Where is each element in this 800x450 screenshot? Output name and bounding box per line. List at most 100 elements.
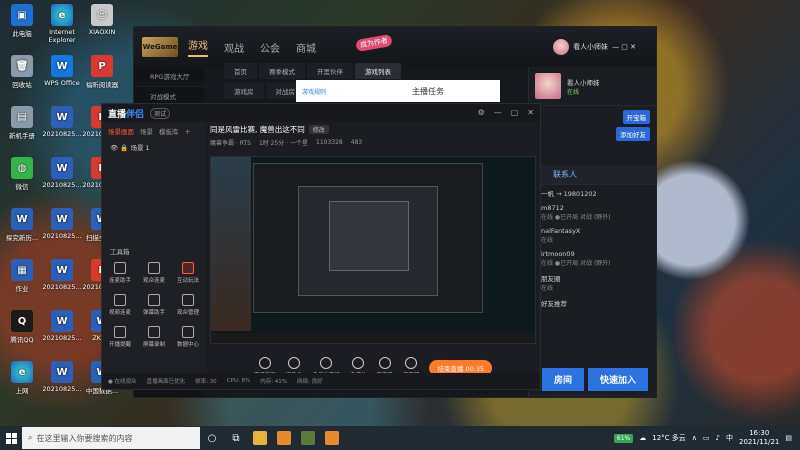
desktop-icon[interactable]: e Internet Explorer	[42, 4, 82, 44]
desktop-icon[interactable]: 🗑 回收站	[2, 55, 42, 89]
promo-badge[interactable]: 成为作者	[355, 33, 393, 53]
contact-item[interactable]: m8712 在线 ●已开局 对战 (野外)	[529, 201, 656, 224]
desktop-icon-label: 20210825...	[42, 334, 82, 342]
clock[interactable]: 16:30 2021/11/21	[739, 429, 779, 447]
task-view-icon[interactable]: ⧉	[224, 426, 248, 450]
desktop-icon[interactable]: P 福昕阅读器	[82, 55, 122, 89]
subtab-game-list[interactable]: 游戏列表	[355, 63, 401, 79]
contact-status: 在线 ●已开局 对战 (野外)	[541, 260, 611, 267]
task-rules-link[interactable]: 游戏规则	[296, 87, 356, 96]
chevron-up-icon[interactable]: ∧	[692, 434, 697, 442]
stream-title: 同是风雷比赛, 魔兽出这不同	[210, 124, 305, 134]
desktop-app-icon: W	[51, 106, 73, 128]
tool-item[interactable]: 数据中心	[172, 326, 204, 348]
desktop-icon[interactable]: ▣ 此电脑	[2, 4, 42, 38]
file-explorer-icon[interactable]	[248, 426, 272, 450]
game-app-icon[interactable]	[296, 426, 320, 450]
tool-item[interactable]: 观众连麦	[138, 262, 170, 284]
close-icon[interactable]: ✕	[527, 108, 534, 117]
desktop-icon[interactable]: ◍ 微信	[2, 157, 42, 191]
desktop-icon[interactable]: W 20210825...	[42, 310, 82, 342]
battery-badge[interactable]: 61%	[613, 433, 634, 443]
tool-item[interactable]: 屏幕录制	[138, 326, 170, 348]
streamer-logo: 直播伴侣	[108, 109, 145, 120]
contact-item[interactable]: irtmoon09 在线 ●已开局 对战 (野外)	[529, 247, 656, 270]
contacts-header[interactable]: 联系人	[529, 165, 656, 185]
subtab-home[interactable]: 首页	[224, 63, 257, 79]
profile-card: 看人小师妹 在线	[529, 67, 656, 106]
tool-label: 弹幕助手	[142, 310, 165, 316]
stream-preview[interactable]	[210, 156, 536, 344]
launcher-logo[interactable]: WeGame	[142, 37, 178, 57]
clock-time: 16:30	[749, 429, 770, 437]
desktop-icon[interactable]: ☺ XIAOXIN	[82, 4, 122, 36]
tab-scene[interactable]: 场景	[140, 126, 153, 136]
tool-item[interactable]: 连麦助手	[104, 262, 136, 284]
contact-item[interactable]: 朋友圈 在线	[529, 270, 656, 295]
launcher-user[interactable]: 看人小师妹 — ▢ ✕	[553, 39, 636, 55]
launcher-subtabs: 首页 赛季模式 开黑伙伴 游戏列表	[224, 63, 401, 79]
desktop-icon[interactable]: ▤ 新机手册	[2, 106, 42, 140]
contact-item[interactable]: 好友推荐	[529, 295, 656, 311]
quick-join-button[interactable]: 快速加入	[587, 368, 648, 391]
volume-icon[interactable]: ♪	[716, 434, 720, 442]
scene-item[interactable]: 👁 🔒 场景 1	[102, 140, 206, 154]
profile-avatar[interactable]	[535, 73, 561, 99]
minimize-icon[interactable]: —	[494, 108, 502, 117]
desktop-icon[interactable]: e 上网	[2, 361, 42, 395]
subtab-season[interactable]: 赛季模式	[259, 63, 305, 79]
app-orange-icon[interactable]	[272, 426, 296, 450]
desktop-icon[interactable]: W 20210825...	[42, 208, 82, 240]
clock-date: 2021/11/21	[739, 438, 780, 446]
edit-title-button[interactable]: 修改	[308, 124, 329, 134]
tool-item[interactable]: 互动玩法	[172, 262, 204, 284]
open-chest-button[interactable]: 开宝箱	[622, 110, 650, 124]
add-scene-icon[interactable]: ＋	[185, 126, 192, 136]
desktop-icon[interactable]: W 探究新历...	[2, 208, 42, 242]
settings-icon[interactable]: ⚙	[478, 108, 485, 117]
stream-header: 同是风雷比赛, 魔兽出这不同 修改	[206, 122, 540, 136]
desktop-icon[interactable]: W 20210825...	[42, 106, 82, 138]
add-friend-button[interactable]: 添加好友	[616, 127, 650, 141]
contact-name: irtmoon09	[541, 250, 575, 258]
tool-item[interactable]: 弹幕助手	[138, 294, 170, 316]
tab-games[interactable]: 游戏	[188, 37, 208, 57]
tool-item[interactable]: 观众管理	[172, 294, 204, 316]
maximize-icon[interactable]: ▢	[511, 108, 519, 117]
notification-icon[interactable]: ▤	[785, 434, 792, 442]
tab-store[interactable]: 商城	[296, 40, 316, 55]
sidebar-item-rpg[interactable]: RPG游戏大厅	[134, 67, 204, 87]
subtab-rooms[interactable]: 游戏房	[224, 83, 264, 99]
desktop-icon-label: 腾讯QQ	[10, 336, 34, 344]
weather-text[interactable]: 12°C 多云	[652, 433, 686, 443]
tab-scene-screen[interactable]: 场景画面	[108, 126, 134, 136]
tool-item[interactable]: 视频连麦	[104, 294, 136, 316]
contact-name: 朋友圈	[541, 275, 561, 283]
desktop-icon-label: 新机手册	[9, 132, 35, 140]
desktop-icon[interactable]: Q 腾讯QQ	[2, 310, 42, 344]
desktop-icon[interactable]: W WPS Office	[42, 55, 82, 87]
task-panel-tab[interactable]: 游戏规则 主播任务	[296, 80, 500, 102]
tab-guild[interactable]: 公会	[260, 40, 280, 55]
network-icon[interactable]: ▭	[703, 434, 710, 442]
contact-item[interactable]: nalFantasyX 在线	[529, 224, 656, 247]
tab-watch[interactable]: 观战	[224, 40, 244, 55]
tool-item[interactable]: 开播提醒	[104, 326, 136, 348]
subtab-partners[interactable]: 开黑伙伴	[307, 63, 353, 79]
input-language[interactable]: 中	[726, 433, 733, 443]
start-button[interactable]	[0, 426, 22, 450]
desktop-icon[interactable]: ▦ 作业	[2, 259, 42, 293]
desktop-app-icon: ▤	[11, 106, 33, 128]
desktop-app-icon: W	[51, 157, 73, 179]
desktop-icon[interactable]: W 20210825...	[42, 157, 82, 189]
contact-item[interactable]: 一帆 → 19801202	[529, 185, 656, 201]
weather-icon[interactable]: ☁	[639, 434, 646, 442]
desktop-icon[interactable]: W 20210825...	[42, 259, 82, 291]
taskbar-search[interactable]: ⌕ 在这里输入你要搜索的内容	[22, 427, 200, 449]
window-controls-icon[interactable]: — ▢ ✕	[612, 43, 636, 51]
cortana-icon[interactable]: ○	[200, 426, 224, 450]
app-orange-2-icon[interactable]	[320, 426, 344, 450]
tab-template[interactable]: 模板库	[159, 126, 179, 136]
desktop-icon[interactable]: W 20210825...	[42, 361, 82, 393]
room-button[interactable]: 房间	[541, 368, 584, 391]
